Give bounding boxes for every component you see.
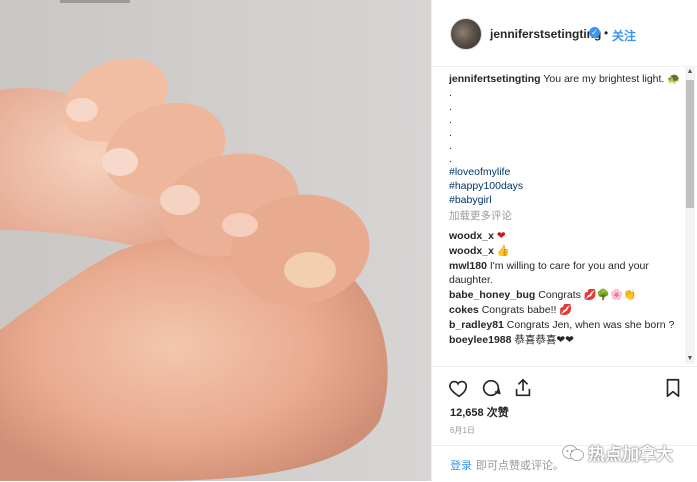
caption-username[interactable]: jennifertsetingting <box>449 73 541 85</box>
baby-hand-illustration <box>0 58 388 481</box>
comment: woodx_x 👍 <box>449 244 681 258</box>
caption-dot: . <box>449 114 452 126</box>
login-link[interactable]: 登录 <box>450 457 472 473</box>
comment: b_radley81 Congrats Jen, when was she bo… <box>449 318 681 332</box>
caption-dot: . <box>449 140 452 152</box>
verified-icon: ✓ <box>589 27 600 38</box>
separator-dot: • <box>604 26 609 40</box>
hashtag-link[interactable]: #happy100days <box>449 179 681 193</box>
share-icon[interactable] <box>512 377 534 399</box>
scroll-down-icon[interactable]: ▼ <box>686 355 694 362</box>
follow-button[interactable]: 关注 <box>612 27 636 44</box>
post-date: 6月1日 <box>450 426 475 435</box>
comment: woodx_x ❤ <box>449 229 681 243</box>
caption-dots: . . . . . <box>449 100 681 165</box>
caption-dot: . <box>449 101 452 113</box>
scrollbar-thumb[interactable] <box>686 80 694 208</box>
comments-scrollbar[interactable]: ▲ ▼ <box>685 66 695 364</box>
caption-dot: . <box>449 153 452 165</box>
comment-text: Congrats Jen, when was she born ? <box>503 319 675 331</box>
comment: cokes Congrats babe!! 💋 <box>449 303 681 317</box>
bookmark-icon[interactable] <box>662 377 684 399</box>
comment: boeylee1988 恭喜恭喜❤❤ <box>449 333 681 347</box>
comment-text: 👍 <box>493 245 510 257</box>
username-link[interactable]: jenniferstsetingting <box>490 27 601 41</box>
comment-username[interactable]: mwl180 <box>449 260 487 272</box>
comments-list: jennifertsetingting You are my brightest… <box>449 72 681 362</box>
hashtag-link[interactable]: #babygirl <box>449 193 681 207</box>
comment-text: Congrats babe!! 💋 <box>478 304 573 316</box>
comment-text: Congrats 💋🌳🌸👏 <box>535 289 637 301</box>
comment-text: ❤ <box>493 230 506 242</box>
heart-icon[interactable] <box>448 377 470 399</box>
post-header: jenniferstsetingting ✓ • 关注 <box>432 0 697 67</box>
comment-username[interactable]: b_radley81 <box>449 319 504 331</box>
hashtag-link[interactable]: #loveofmylife <box>449 165 681 179</box>
comment: mwl180 I'm willing to care for you and y… <box>449 259 681 287</box>
comment-icon[interactable] <box>480 377 502 399</box>
post-photo <box>0 0 431 481</box>
load-more-comments-button[interactable]: 加载更多评论 <box>449 209 681 223</box>
post-sidebar: jenniferstsetingting ✓ • 关注 jennifertset… <box>431 0 697 481</box>
comment-username[interactable]: babe_honey_bug <box>449 289 535 301</box>
avatar[interactable] <box>450 18 482 50</box>
caption-dot: . <box>449 127 452 139</box>
comment-username[interactable]: woodx_x <box>449 230 494 242</box>
comment-username[interactable]: woodx_x <box>449 245 494 257</box>
login-prompt: 即可点赞或评论。 <box>476 460 564 472</box>
caption: jennifertsetingting You are my brightest… <box>449 72 681 100</box>
scroll-up-icon[interactable]: ▲ <box>686 68 694 75</box>
comment-username[interactable]: boeylee1988 <box>449 334 511 346</box>
wechat-icon <box>562 445 584 461</box>
action-bar <box>432 366 697 407</box>
watermark-text: 热点加拿大 <box>588 445 673 464</box>
comment-username[interactable]: cokes <box>449 304 479 316</box>
comment: babe_honey_bug Congrats 💋🌳🌸👏 <box>449 288 681 302</box>
likes-count[interactable]: 12,658 次赞 <box>450 404 509 420</box>
comment-text: 恭喜恭喜❤❤ <box>511 334 574 346</box>
